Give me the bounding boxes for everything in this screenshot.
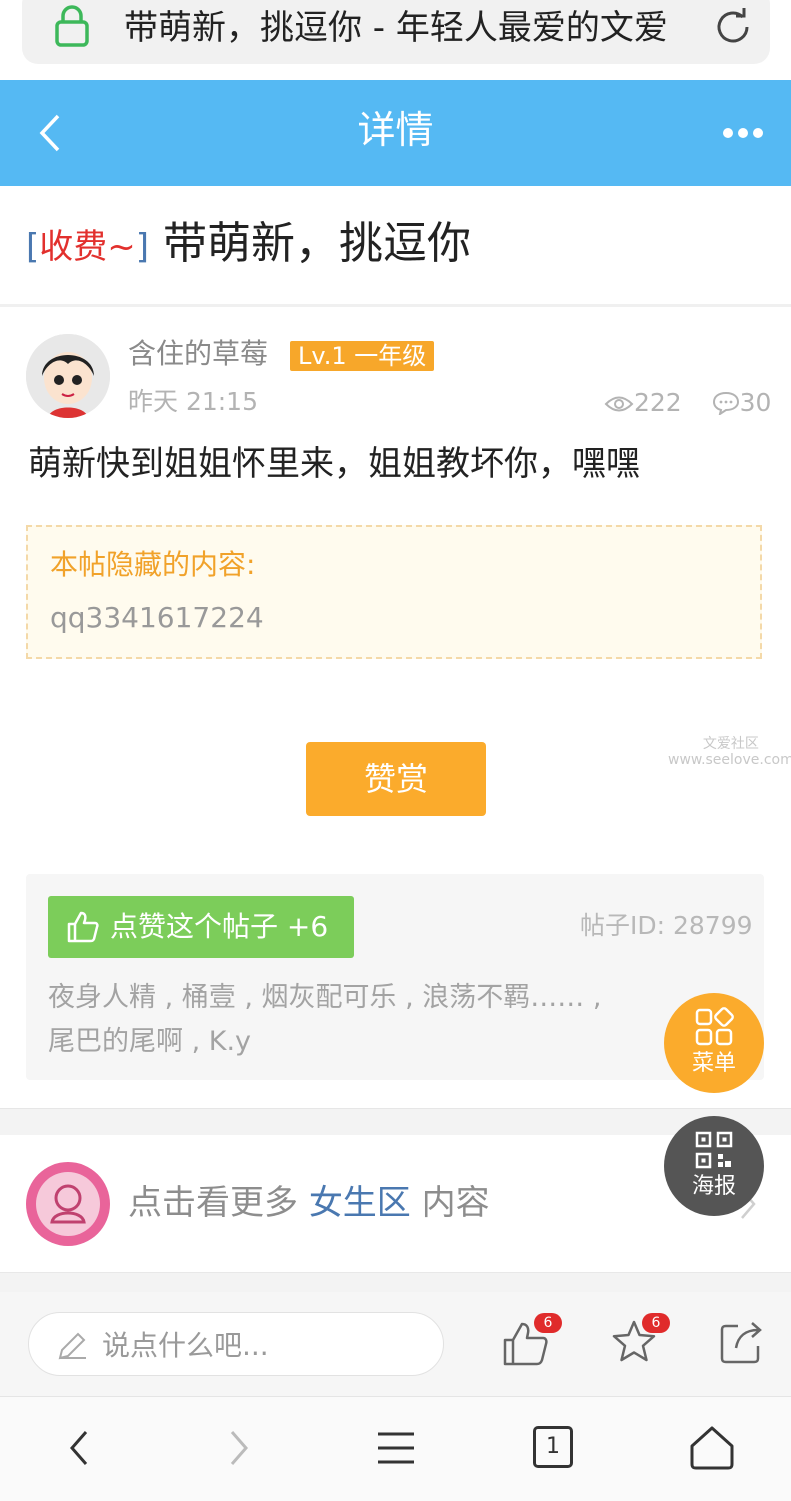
like-button-label: 点赞这个帖子 +6	[110, 910, 329, 943]
likers-list: 夜身人精 , 桶壹 , 烟灰配可乐 , 浪荡不羁…… , 尾巴的尾啊 , K.y	[48, 976, 648, 1064]
post-content: 萌新快到姐姐怀里来，姐姐教坏你，嘿嘿	[28, 444, 640, 484]
post-tag: 收费~	[39, 227, 136, 267]
author-name[interactable]: 含住的草莓	[128, 334, 268, 374]
view-count: 222	[634, 388, 682, 417]
divider	[0, 304, 791, 307]
forum-name[interactable]: 女生区	[309, 1183, 411, 1223]
menu-fab-label: 菜单	[691, 1051, 736, 1076]
watermark: 文爱社区 www.seelove.com	[668, 736, 791, 768]
eye-icon	[604, 396, 634, 412]
level-badge: Lv.1 一年级	[290, 341, 435, 371]
watermark-line: www.seelove.com	[668, 752, 791, 768]
nav-home-icon[interactable]	[688, 1424, 736, 1472]
nav-tabs-button[interactable]: 1	[533, 1426, 573, 1468]
lock-icon	[55, 5, 89, 47]
nav-forward-icon[interactable]	[224, 1428, 252, 1468]
more-icon[interactable]	[722, 127, 764, 139]
pencil-icon	[58, 1332, 86, 1360]
forum-link-prefix: 点击看更多	[128, 1183, 309, 1223]
reward-button[interactable]: 赞赏	[306, 742, 486, 816]
forum-icon[interactable]	[26, 1162, 110, 1246]
qr-code-icon	[695, 1131, 733, 1169]
nav-back-icon[interactable]	[66, 1428, 94, 1468]
avatar[interactable]	[26, 334, 110, 418]
post-title-line: [收费~] 带萌新，挑逗你	[26, 214, 471, 277]
section-gap	[0, 1108, 791, 1135]
watermark-line: 文爱社区	[702, 736, 759, 752]
reply-placeholder[interactable]: 说点什么吧...	[102, 1326, 269, 1366]
hidden-content-label: 本帖隐藏的内容:	[50, 548, 256, 581]
like-count-badge: 6	[534, 1313, 562, 1333]
comment-count: 30	[739, 388, 772, 417]
post-time: 昨天 21:15	[128, 387, 258, 416]
forum-link-suffix: 内容	[410, 1183, 490, 1223]
like-post-button[interactable]: 点赞这个帖子 +6	[48, 896, 354, 958]
comment-icon	[712, 391, 739, 417]
female-user-icon	[36, 1172, 100, 1236]
forum-link[interactable]: 点击看更多 女生区 内容	[128, 1180, 490, 1226]
share-icon[interactable]	[718, 1318, 766, 1366]
page-title: 详情	[357, 108, 434, 152]
likers-line: 夜身人精 , 桶壹 , 烟灰配可乐 , 浪荡不羁…… ,	[48, 982, 602, 1013]
poster-fab[interactable]: 海报	[664, 1116, 764, 1216]
tag-bracket-open: [	[26, 227, 40, 267]
page-url-title[interactable]: 带萌新，挑逗你 - 年轻人最爱的文爱	[124, 6, 668, 50]
tag-bracket-close: ]	[135, 227, 150, 267]
avatar-illustration	[26, 334, 110, 418]
post-stats: 222 30	[604, 386, 771, 420]
likers-line: 尾巴的尾啊 , K.y	[48, 1026, 252, 1057]
hidden-content-value: qq3341617224	[50, 601, 264, 634]
post-id: 帖子ID: 28799	[580, 911, 753, 940]
reload-icon[interactable]	[712, 6, 754, 48]
grid-icon	[695, 1007, 734, 1046]
favorite-count-badge: 6	[642, 1313, 670, 1333]
poster-fab-label: 海报	[691, 1174, 736, 1199]
post-title: 带萌新，挑逗你	[163, 218, 472, 269]
section-gap	[0, 1272, 791, 1293]
thumbs-up-icon	[67, 911, 99, 943]
nav-menu-icon[interactable]	[376, 1428, 416, 1468]
menu-fab[interactable]: 菜单	[664, 993, 764, 1093]
